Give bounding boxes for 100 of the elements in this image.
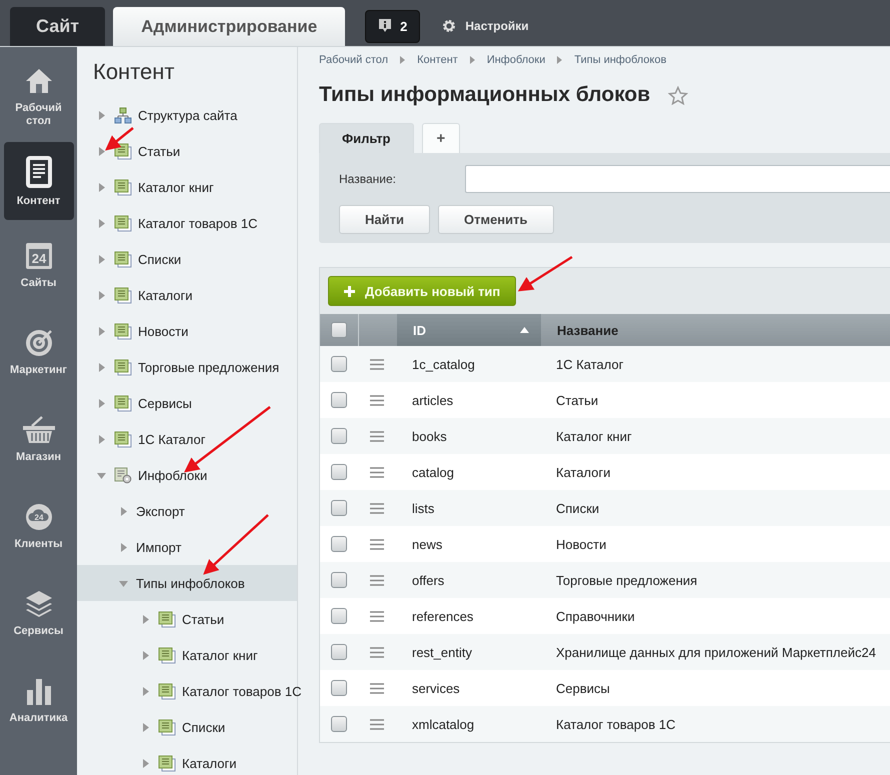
filter-tab[interactable]: Фильтр [319,123,414,153]
row-checkbox[interactable] [331,428,347,444]
row-checkbox[interactable] [331,572,347,588]
expand-arrow-icon[interactable] [97,110,106,120]
star-icon[interactable] [668,86,688,104]
tree-item[interactable]: Структура сайта [77,97,297,133]
notifications-button[interactable]: 2 [365,10,420,42]
tree-item[interactable]: Статьи [77,133,297,169]
menu-icon[interactable] [370,394,384,406]
row-checkbox[interactable] [331,716,347,732]
expand-arrow-icon[interactable] [97,398,106,408]
tree-item[interactable]: Новости [77,313,297,349]
row-checkbox[interactable] [331,644,347,660]
expand-arrow-icon[interactable] [97,254,106,264]
document-stack-icon [158,610,176,628]
select-all-checkbox[interactable] [331,322,347,338]
rail-item[interactable]: 24 Клиенты [4,484,74,568]
document-stack-icon [114,142,132,160]
menu-icon[interactable] [370,646,384,658]
rail-item[interactable]: Контент [4,142,74,220]
expand-arrow-icon[interactable] [97,146,106,156]
rail-item[interactable]: Магазин [4,397,74,481]
row-checkbox[interactable] [331,356,347,372]
menu-icon[interactable] [370,610,384,622]
tree-item[interactable]: Каталоги [77,745,297,775]
rail-item[interactable]: Рабочий стол [4,55,74,139]
menu-icon[interactable] [370,466,384,478]
tree-item[interactable]: Статьи [77,601,297,637]
column-header[interactable]: Название [541,314,890,346]
menu-icon[interactable] [370,538,384,550]
expand-arrow-icon[interactable] [97,434,106,444]
tree-item[interactable]: Списки [77,241,297,277]
table-cell-text: Справочники [555,608,636,626]
tree-item[interactable]: Типы инфоблоков [77,565,297,601]
menu-icon[interactable] [370,502,384,514]
table-cell-text: references [411,608,474,626]
expand-arrow-icon[interactable] [97,326,106,336]
row-checkbox[interactable] [331,500,347,516]
tree-item[interactable]: Каталог товаров 1С [77,205,297,241]
table-cell-text: books [411,428,448,446]
expand-arrow-icon[interactable] [141,650,150,660]
collapse-arrow-icon[interactable] [119,578,128,588]
row-checkbox[interactable] [331,680,347,696]
breadcrumb-link[interactable]: Рабочий стол [319,54,388,66]
expand-arrow-icon[interactable] [97,218,106,228]
expand-arrow-icon[interactable] [119,506,128,516]
settings-button[interactable]: Настройки [428,19,529,33]
tree-item[interactable]: Каталог книг [77,637,297,673]
rail-item[interactable]: Сервисы [4,571,74,655]
column-header[interactable]: ID [397,314,541,346]
tree-item[interactable]: 1С Каталог [77,421,297,457]
tree-item[interactable]: Экспорт [77,493,297,529]
tree-item[interactable]: Сервисы [77,385,297,421]
expand-arrow-icon[interactable] [141,722,150,732]
row-checkbox[interactable] [331,608,347,624]
table-cell-text: lists [411,500,436,518]
tree-item[interactable]: Каталог книг [77,169,297,205]
tree-item[interactable]: Каталоги [77,277,297,313]
info-icon [378,18,392,34]
expand-arrow-icon[interactable] [141,686,150,696]
table-cell-text: Статьи [555,392,600,410]
menu-icon[interactable] [370,682,384,694]
expand-arrow-icon[interactable] [119,542,128,552]
table-cell-text: 1c_catalog [411,356,476,374]
cloud-icon: 24 [24,502,54,532]
rail-item[interactable]: 24 Сайты [4,223,74,307]
breadcrumb-link[interactable]: Контент [417,54,458,66]
document-stack-icon [158,718,176,736]
filter-button[interactable]: Отменить [438,205,554,234]
expand-arrow-icon[interactable] [141,614,150,624]
expand-arrow-icon[interactable] [97,290,106,300]
row-checkbox[interactable] [331,464,347,480]
collapse-arrow-icon[interactable] [97,470,106,480]
breadcrumb-link[interactable]: Типы инфоблоков [574,54,666,66]
rail-item[interactable]: Аналитика [4,658,74,742]
menu-icon[interactable] [370,358,384,370]
filter-button[interactable]: Найти [339,205,430,234]
document-icon [24,154,52,188]
table-cell-text: rest_entity [411,644,473,662]
menu-icon[interactable] [370,430,384,442]
tree-item[interactable]: Списки [77,709,297,745]
expand-arrow-icon[interactable] [97,362,106,372]
breadcrumb-link[interactable]: Инфоблоки [486,54,546,66]
top-tab[interactable]: Администрирование [113,7,346,46]
name-input-field[interactable] [465,165,890,193]
tree-item[interactable]: Инфоблоки [77,457,297,493]
row-checkbox[interactable] [331,392,347,408]
table-cell-text: Каталог товаров 1С [555,716,676,734]
rail-item[interactable]: Маркетинг [4,310,74,394]
menu-icon[interactable] [370,718,384,730]
top-tab[interactable]: Сайт [10,7,106,46]
document-stack-icon [114,286,132,304]
tree-item[interactable]: Торговые предложения [77,349,297,385]
expand-arrow-icon[interactable] [97,182,106,192]
expand-arrow-icon[interactable] [141,758,150,768]
filter-tab[interactable]: + [422,123,460,153]
document-stack-icon [114,358,132,376]
row-checkbox[interactable] [331,536,347,552]
tree-item[interactable]: Импорт [77,529,297,565]
menu-icon[interactable] [370,574,384,586]
